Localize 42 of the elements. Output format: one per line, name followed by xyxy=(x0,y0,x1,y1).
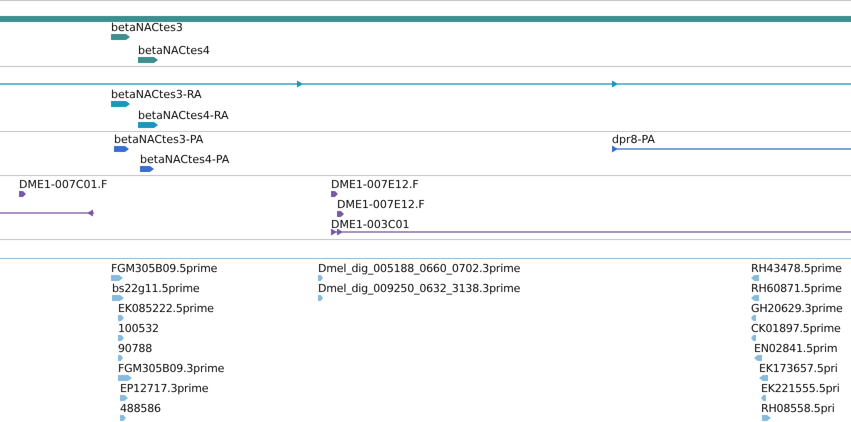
feature-label: EK173657.5pri xyxy=(759,362,838,375)
feature-label: RH60871.5prime xyxy=(751,282,842,295)
feature-label: EP12717.3prime xyxy=(120,382,208,395)
feature-label: betaNACtes3-PA xyxy=(114,133,204,146)
feature-glyph[interactable] xyxy=(138,122,158,128)
feature-label: betaNACtes3-RA xyxy=(111,88,202,101)
feature-label: DME1-007C01.F xyxy=(19,178,108,191)
feature-line[interactable] xyxy=(0,209,94,217)
feature-label: 90788 xyxy=(118,342,152,355)
feature-label: RH08558.5pri xyxy=(761,402,835,415)
feature-glyph[interactable] xyxy=(19,191,26,197)
feature-label: bs22g11.5prime xyxy=(112,282,200,295)
feature-label: EK085222.5prime xyxy=(118,302,214,315)
feature-label: FGM305B09.3prime xyxy=(118,362,224,375)
feature-glyph[interactable] xyxy=(331,191,338,197)
feature-glyph[interactable] xyxy=(111,34,130,40)
feature-label: DME1-007E12.F xyxy=(337,198,425,211)
feature-label: FGM305B09.5prime xyxy=(111,262,218,275)
feature-label: 488586 xyxy=(120,402,161,415)
feature-line[interactable] xyxy=(0,80,851,88)
feature-label: GH20629.3prime xyxy=(751,302,843,315)
feature-label: EK221555.5pri xyxy=(761,382,840,395)
feature-label: Dmel_dig_009250_0632_3138.3prime xyxy=(318,282,520,295)
feature-glyph[interactable] xyxy=(111,101,130,107)
feature-label: dpr8-PA xyxy=(612,133,655,146)
feature-glyph[interactable] xyxy=(337,211,344,217)
feature-glyph[interactable] xyxy=(138,57,158,63)
feature-label: EN02841.5prim xyxy=(754,342,838,355)
feature-line[interactable] xyxy=(612,145,851,153)
feature-glyph[interactable] xyxy=(140,166,154,172)
feature-label: 100532 xyxy=(118,322,159,335)
feature-line[interactable] xyxy=(331,228,851,236)
feature-label: CK01897.5prime xyxy=(751,322,841,335)
feature-label: betaNACtes4 xyxy=(138,44,210,57)
feature-label: DME1-007E12.F xyxy=(331,178,419,191)
feature-glyph[interactable] xyxy=(114,146,129,152)
feature-label: RH43478.5prime xyxy=(751,262,842,275)
feature-label: betaNACtes4-RA xyxy=(138,109,229,122)
feature-label: Dmel_dig_005188_0660_0702.3prime xyxy=(318,262,520,275)
feature-label: betaNACtes3 xyxy=(111,21,183,34)
feature-label: DME1-003C01 xyxy=(331,218,410,231)
feature-label: betaNACtes4-PA xyxy=(140,153,230,166)
